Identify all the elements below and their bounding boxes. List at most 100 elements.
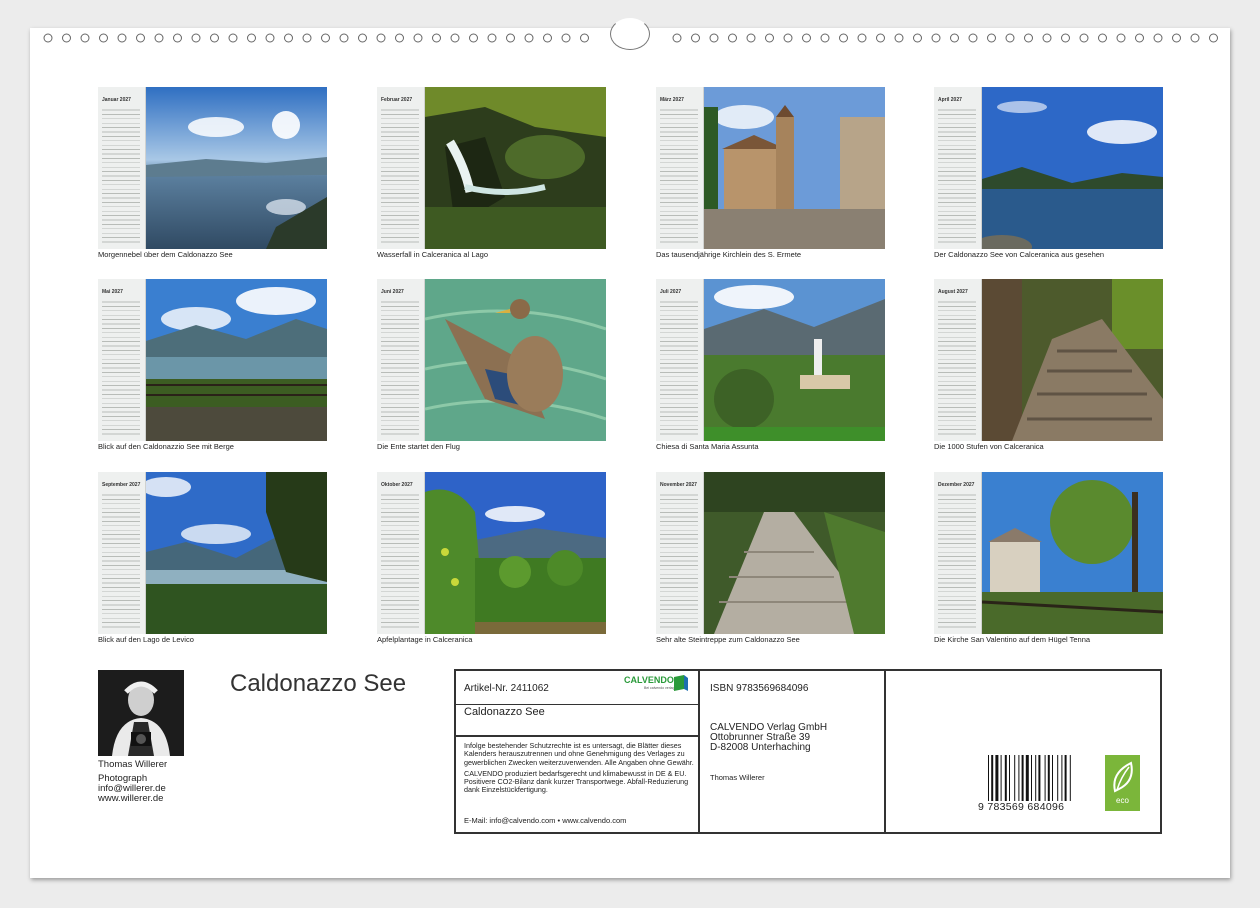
ring-hole [173, 33, 182, 43]
mini-calendar: Mai 2027 [98, 279, 146, 441]
barcode-bar [1044, 755, 1046, 801]
photo-san-valentino [982, 472, 1163, 634]
month-thumb-december: Dezember 2027 [934, 472, 1163, 634]
box-divider-2 [884, 669, 886, 834]
ring-hole [376, 33, 386, 43]
mini-calendar: August 2027 [934, 279, 982, 441]
ring-hole [136, 33, 145, 43]
month-thumb-june: Juni 2027 [377, 279, 606, 441]
month-thumb-january: Januar 2027 [98, 87, 327, 249]
caption: Wasserfall in Calceranica al Lago [377, 250, 489, 259]
calvendo-book-icon [674, 675, 688, 691]
barcode-bar [1000, 755, 1002, 801]
box-hline-1 [454, 704, 700, 705]
author-portrait [98, 670, 184, 756]
leaf-icon [1113, 761, 1133, 793]
ring-hole [1116, 33, 1126, 43]
author-website[interactable]: www.willerer.de [98, 793, 163, 804]
mini-calendar: Juli 2027 [656, 279, 704, 441]
photo-apple-plantation [425, 472, 606, 634]
legal-copyright: Infolge bestehender Schutzrechte ist es … [464, 741, 694, 767]
caption: Der Caldonazzo See von Calceranica aus g… [934, 250, 1105, 259]
month-label: März 2027 [660, 97, 684, 103]
ring-hole [358, 33, 367, 43]
caption: Blick auf den Caldonazzio See mit Berge [98, 442, 234, 451]
ring-hole [1098, 33, 1107, 43]
caption: Die 1000 Stufen von Calceranica [934, 442, 1044, 451]
hanger-hook [610, 18, 650, 50]
ring-hole [931, 33, 941, 43]
ring-hole [1135, 33, 1144, 43]
barcode-bar [1025, 755, 1029, 801]
box-border-right [1160, 669, 1162, 834]
mini-calendar: März 2027 [656, 87, 704, 249]
ring-hole [1172, 33, 1181, 43]
calvendo-wordmark: CALVENDO [624, 675, 674, 685]
ring-hole [1209, 33, 1218, 43]
photo-santa-maria-assunta [704, 279, 885, 441]
month-label: Juli 2027 [660, 289, 682, 295]
ring-hole [968, 33, 978, 43]
ring-hole [894, 33, 904, 43]
photo-lake-fog [146, 87, 327, 249]
caption: Chiesa di Santa Maria Assunta [656, 442, 759, 451]
month-label: Februar 2027 [381, 97, 413, 103]
photo-lake-from-calceranica [982, 87, 1163, 249]
mini-calendar: September 2027 [98, 472, 146, 634]
barcode-bar [1047, 755, 1050, 801]
publisher-city: D-82008 Unterhaching [710, 742, 811, 753]
ring-hole [302, 33, 312, 43]
barcode-bar [1064, 755, 1067, 801]
barcode-number: 9 783569 684096 [978, 801, 1065, 813]
ring-hole [154, 33, 164, 43]
calendar-title: Caldonazzo See [230, 670, 407, 697]
barcode-bar [1021, 755, 1024, 801]
month-label: April 2027 [938, 97, 962, 103]
box-border-left [454, 669, 456, 834]
ring-hole [413, 33, 423, 43]
calvendo-logo: CALVENDO Bei calvendo verlag [624, 675, 688, 695]
photo-stone-stairs [704, 472, 885, 634]
ring-hole [524, 33, 534, 43]
mini-calendar: April 2027 [934, 87, 982, 249]
caption: Die Ente startet den Flug [377, 442, 460, 451]
barcode-bar [1038, 755, 1041, 801]
month-label: Dezember 2027 [938, 482, 975, 488]
ring-hole [210, 33, 219, 43]
month-thumb-july: Juli 2027 [656, 279, 885, 441]
legal-production: CALVENDO produziert bedarfsgerecht und k… [464, 768, 689, 795]
caption: Sehr alte Steintreppe zum Caldonazzo See [656, 635, 800, 644]
contact-line[interactable]: E-Mail: info@calvendo.com • www.calvendo… [464, 816, 626, 825]
ring-hole [228, 33, 238, 43]
barcode-bar [1061, 755, 1063, 801]
ring-hole [876, 33, 885, 43]
ring-hole [765, 33, 774, 43]
article-number: Artikel-Nr. 2411062 [464, 683, 549, 694]
ring-hole [802, 33, 811, 43]
author-name: Thomas Willerer [98, 759, 168, 770]
ring-hole [1005, 33, 1015, 43]
ring-hole [469, 33, 478, 43]
ring-hole [580, 33, 589, 43]
barcode-bar [1057, 755, 1059, 801]
month-thumb-april: April 2027 [934, 87, 1163, 249]
ring-hole [950, 33, 959, 43]
month-label: Januar 2027 [102, 97, 131, 103]
ring-hole [839, 33, 848, 43]
barcode-bar [1031, 755, 1032, 801]
caption: Die Kirche San Valentino auf dem Hügel T… [934, 635, 1091, 644]
isbn: ISBN 9783569684096 [710, 683, 809, 694]
ring-hole [783, 33, 793, 43]
photo-church-s-ermete [704, 87, 885, 249]
barcode-bar [1052, 755, 1053, 801]
month-thumb-may: Mai 2027 [98, 279, 327, 441]
barcode-bar [991, 755, 994, 801]
month-thumb-august: August 2027 [934, 279, 1163, 441]
ring-hole [247, 33, 256, 43]
mini-calendar: Dezember 2027 [934, 472, 982, 634]
barcode-bar [1009, 755, 1010, 801]
ring-hole [1061, 33, 1070, 43]
ring-hole [820, 33, 830, 43]
ring-hole [1042, 33, 1052, 43]
month-label: August 2027 [938, 289, 968, 295]
